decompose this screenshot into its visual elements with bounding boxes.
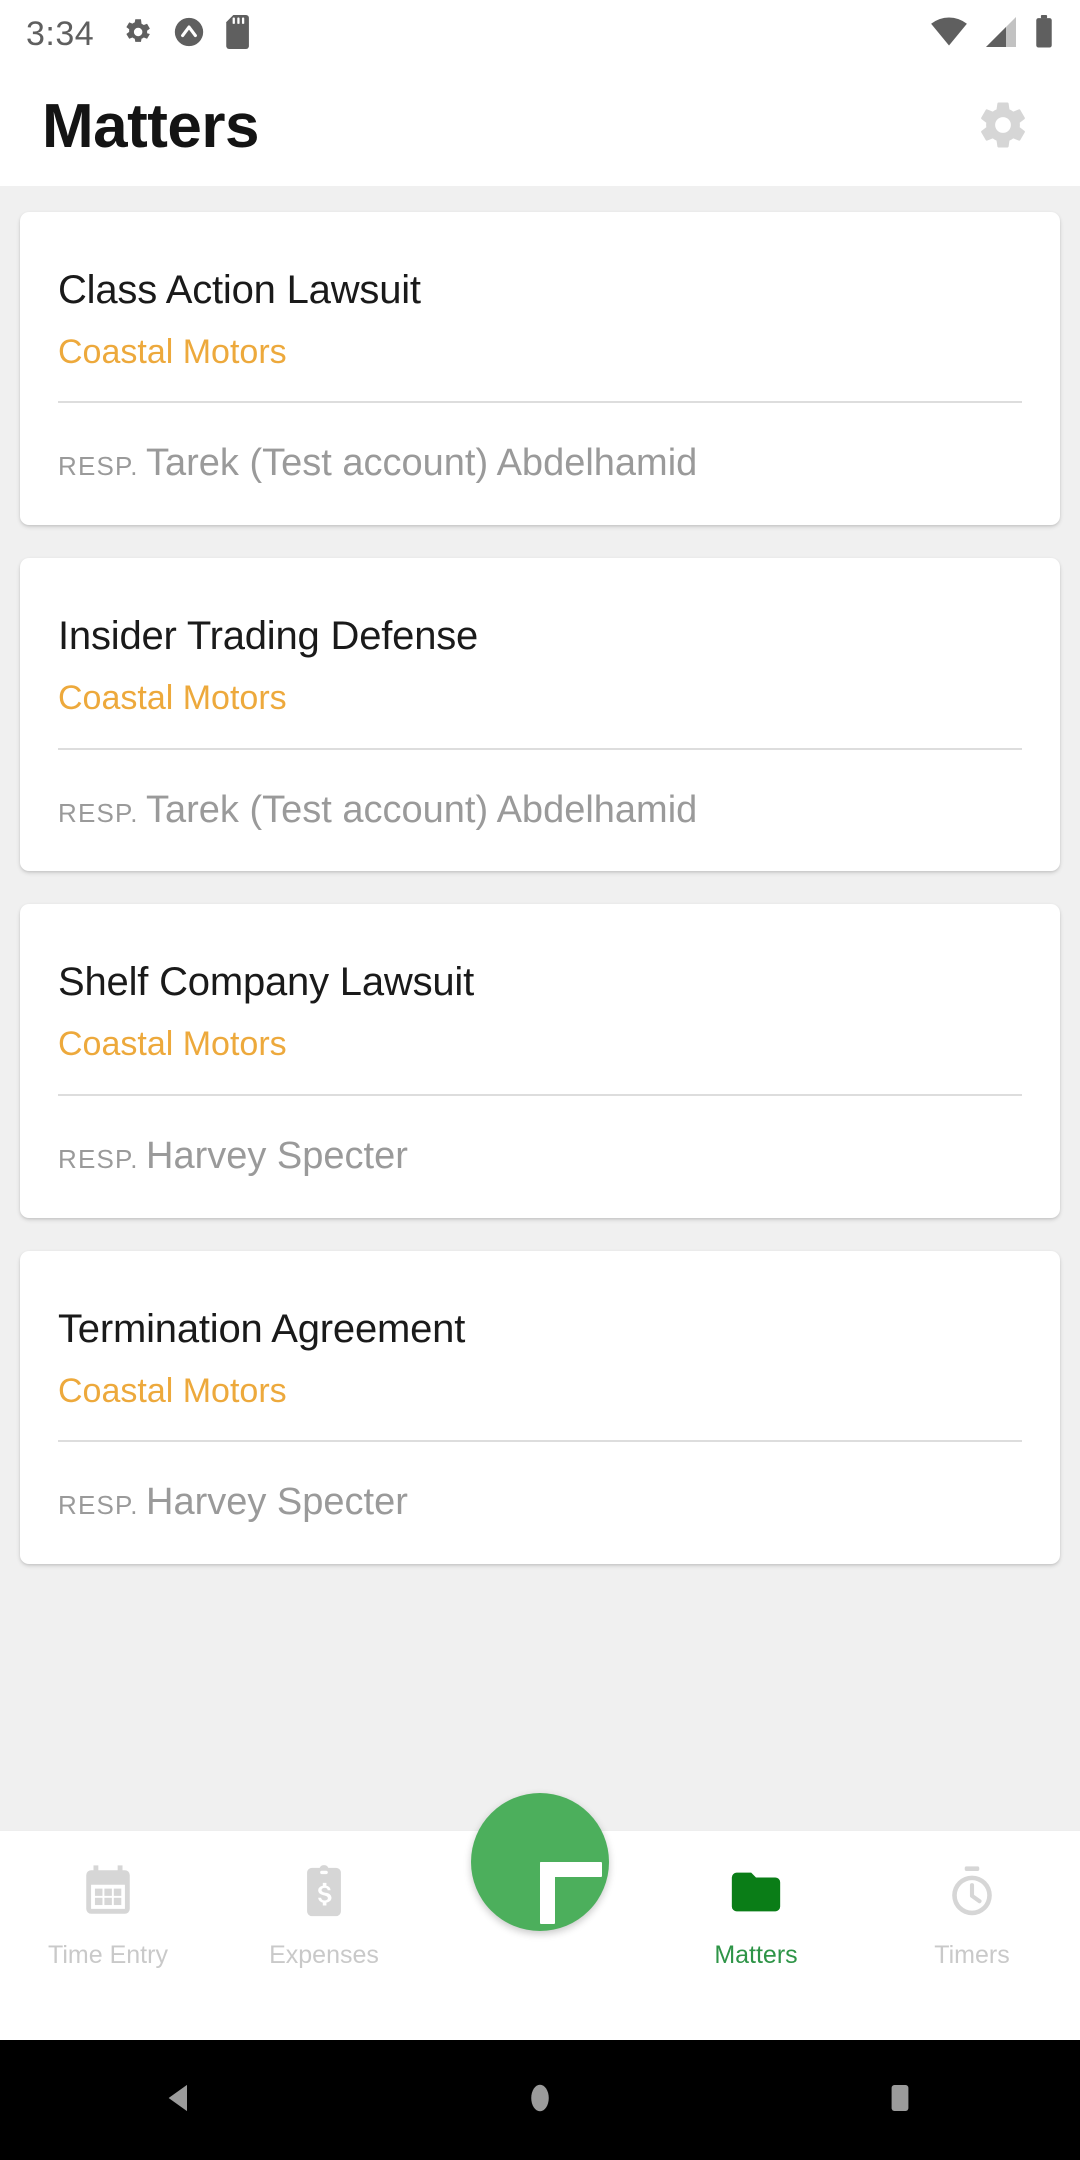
responsible-label: RESP.: [58, 797, 139, 828]
responsible-label: RESP.: [58, 1143, 139, 1174]
folder-icon: [727, 1861, 785, 1923]
responsible-row: RESP. Tarek (Test account) Abdelhamid: [58, 750, 1022, 832]
cellular-signal-icon: [984, 16, 1018, 52]
status-bar-notification-icons: [120, 14, 254, 54]
matter-card[interactable]: Shelf Company Lawsuit Coastal Motors RES…: [20, 904, 1060, 1218]
nav-label: Matters: [714, 1941, 798, 1969]
gear-icon: [976, 98, 1030, 157]
status-bar-clock: 3:34: [26, 14, 95, 53]
wifi-icon: [930, 16, 968, 52]
responsible-row: RESP. Harvey Specter: [58, 1096, 1022, 1178]
circle-chevron-up-icon: [172, 15, 206, 54]
matter-title: Termination Agreement: [58, 1306, 466, 1351]
app-bar: Matters: [0, 68, 1080, 186]
nav-item-expenses[interactable]: Expenses: [216, 1831, 432, 1970]
page-title: Matters: [42, 92, 260, 161]
responsible-name: Tarek (Test account) Abdelhamid: [146, 442, 698, 485]
responsible-row: RESP. Harvey Specter: [58, 1442, 1022, 1524]
responsible-label: RESP.: [58, 451, 139, 482]
add-button[interactable]: [471, 1793, 609, 1931]
sd-card-icon: [224, 14, 254, 54]
clipboard-dollar-icon: [295, 1861, 353, 1923]
matter-client: Coastal Motors: [58, 1371, 287, 1410]
back-button[interactable]: [120, 2040, 240, 2160]
responsible-label: RESP.: [58, 1489, 139, 1520]
responsible-name: Harvey Specter: [146, 1480, 408, 1523]
matter-title: Insider Trading Defense: [58, 614, 479, 659]
gear-icon: [120, 15, 154, 54]
matter-card[interactable]: Insider Trading Defense Coastal Motors R…: [20, 558, 1060, 872]
responsible-row: RESP. Tarek (Test account) Abdelhamid: [58, 403, 1022, 485]
matter-client: Coastal Motors: [58, 333, 287, 371]
matter-card[interactable]: Termination Agreement Coastal Motors RES…: [20, 1250, 1060, 1564]
matter-client: Coastal Motors: [58, 679, 287, 718]
battery-icon: [1034, 14, 1054, 54]
home-button[interactable]: [480, 2040, 600, 2160]
recents-icon: [879, 2077, 921, 2124]
calendar-icon: [79, 1861, 137, 1923]
matter-title: Shelf Company Lawsuit: [58, 960, 475, 1005]
nav-item-timers[interactable]: Timers: [864, 1831, 1080, 1970]
recents-button[interactable]: [840, 2040, 960, 2160]
status-bar: 3:34: [0, 0, 1080, 68]
matter-card[interactable]: Class Action Lawsuit Coastal Motors RESP…: [20, 212, 1060, 526]
app-screen: 3:34 Matters Class Action Lawsuit Coasta…: [0, 0, 1080, 2160]
home-icon: [519, 2077, 561, 2124]
nav-item-time-entry[interactable]: Time Entry: [0, 1831, 216, 1970]
nav-label: Time Entry: [48, 1941, 168, 1969]
matter-client: Coastal Motors: [58, 1025, 287, 1064]
settings-button[interactable]: [968, 92, 1038, 162]
stopwatch-icon: [943, 1861, 1001, 1923]
nav-label: Expenses: [269, 1941, 379, 1969]
android-system-navigation: [0, 2040, 1080, 2160]
nav-label: Timers: [934, 1941, 1010, 1969]
back-icon: [159, 2077, 201, 2124]
matter-title: Class Action Lawsuit: [58, 268, 421, 312]
responsible-name: Harvey Specter: [146, 1134, 408, 1177]
responsible-name: Tarek (Test account) Abdelhamid: [146, 788, 698, 831]
nav-item-matters[interactable]: Matters: [648, 1831, 864, 1970]
matters-list: Class Action Lawsuit Coastal Motors RESP…: [0, 186, 1080, 1830]
status-bar-system-icons: [930, 14, 1054, 54]
